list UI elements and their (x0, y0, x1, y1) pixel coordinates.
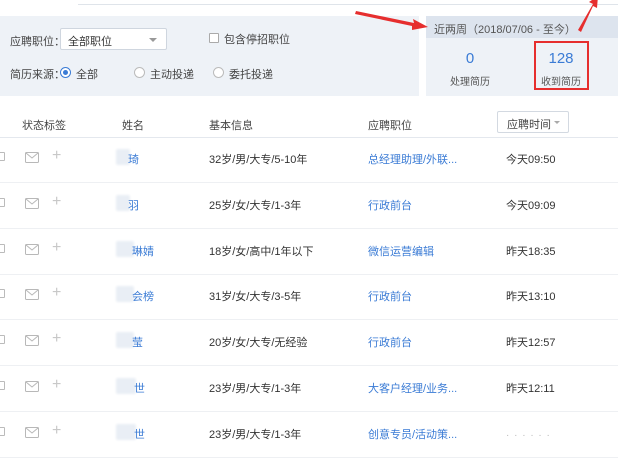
name-redaction (116, 378, 136, 394)
candidate-basic-info: 20岁/女/大专/无经验 (209, 337, 308, 350)
candidate-position[interactable]: 大客户经理/业务... (368, 380, 457, 396)
apply-time: 昨天18:35 (506, 245, 556, 258)
mail-icon[interactable] (25, 426, 39, 441)
header-position: 应聘职位 (368, 120, 412, 132)
row-checkbox[interactable] (0, 152, 5, 161)
candidate-position[interactable]: 微信运营编辑 (368, 243, 434, 259)
table-row[interactable]: + 莹 20岁/女/大专/无经验 行政前台 昨天12:57 (0, 321, 618, 367)
position-filter-label: 应聘职位： (10, 36, 65, 48)
add-tag-icon[interactable]: + (52, 285, 61, 301)
candidate-position[interactable]: 行政前台 (368, 334, 412, 350)
apply-time: 今天09:09 (506, 199, 556, 212)
mail-icon[interactable] (25, 243, 39, 258)
candidate-position[interactable]: 行政前台 (368, 288, 412, 304)
source-radio-active[interactable] (134, 67, 145, 78)
source-radio-all[interactable] (60, 67, 71, 78)
apply-time: 今天09:50 (506, 154, 556, 166)
mail-icon[interactable] (25, 381, 39, 395)
candidate-position[interactable]: 创意专员/活动策... (368, 426, 457, 442)
candidate-basic-info: 31岁/女/大专/3-5年 (209, 291, 302, 304)
received-highlight-box (534, 41, 589, 90)
table-row[interactable]: + 会榜 31岁/女/大专/3-5年 行政前台 昨天13:10 (0, 275, 618, 321)
candidate-name[interactable]: 羽 (128, 197, 139, 213)
filter-panel: 应聘职位： 全部职位 包含停招职位 简历来源： 全部 主动投递 委托投递 (0, 16, 419, 96)
header-status-tag: 状态标签 (22, 120, 66, 132)
resume-list-page: 应聘职位： 全部职位 包含停招职位 简历来源： 全部 主动投递 委托投递 近两周… (0, 0, 618, 462)
row-checkbox[interactable] (0, 426, 5, 436)
table-row[interactable]: + 世 23岁/男/大专/1-3年 大客户经理/业务... 昨天12:11 (0, 367, 618, 412)
source-option-active: 主动投递 (150, 69, 194, 81)
row-checkbox[interactable] (0, 197, 5, 207)
header-name: 姓名 (122, 120, 144, 132)
processed-label: 处理简历 (450, 77, 490, 88)
apply-time: 昨天12:11 (506, 383, 555, 395)
source-radio-entrusted[interactable] (213, 67, 224, 78)
candidate-position[interactable]: 行政前台 (368, 197, 412, 213)
add-tag-icon[interactable]: + (52, 377, 61, 393)
add-tag-icon[interactable]: + (52, 193, 61, 210)
table-row[interactable]: + 羽 25岁/女/大专/1-3年 行政前台 今天09:09 (0, 184, 618, 229)
processed-count[interactable]: 0 (430, 50, 510, 67)
stats-period: 近两周（2018/07/06 - 至今） (426, 16, 618, 38)
sort-by-time-button[interactable]: 应聘时间 (497, 111, 569, 133)
include-closed-checkbox[interactable] (209, 33, 219, 43)
candidate-basic-info: 25岁/女/大专/1-3年 (209, 199, 302, 212)
add-tag-icon[interactable]: + (52, 239, 61, 256)
source-option-entrusted: 委托投递 (229, 69, 273, 81)
row-checkbox[interactable] (0, 243, 5, 253)
candidate-basic-info: 18岁/女/高中/1年以下 (209, 245, 314, 258)
candidate-name[interactable]: 世 (134, 380, 145, 396)
candidate-name[interactable]: 琳婧 (132, 243, 154, 259)
mail-icon[interactable] (25, 289, 39, 303)
include-closed-label: 包含停招职位 (224, 34, 290, 46)
candidate-name[interactable]: 莹 (132, 334, 143, 350)
table-row[interactable]: + 琳婧 18岁/女/高中/1年以下 微信运营编辑 昨天18:35 (0, 230, 618, 275)
candidate-position[interactable]: 总经理助理/外联... (368, 151, 457, 167)
table-row[interactable]: + 琦 32岁/男/大专/5-10年 总经理助理/外联... 今天09:50 (0, 138, 618, 183)
add-tag-icon[interactable]: + (52, 331, 61, 347)
mail-icon[interactable] (25, 152, 39, 166)
candidate-name[interactable]: 琦 (128, 151, 139, 167)
row-checkbox[interactable] (0, 381, 5, 390)
position-select-value: 全部职位 (68, 36, 112, 48)
mail-icon[interactable] (25, 335, 39, 349)
candidate-name[interactable]: 会榜 (132, 288, 154, 304)
mail-icon[interactable] (25, 197, 39, 212)
chevron-down-icon (149, 38, 157, 42)
stats-panel: 近两周（2018/07/06 - 至今） 0 处理简历 128 收到简历 (426, 16, 618, 96)
source-option-all: 全部 (76, 69, 98, 81)
header-basic-info: 基本信息 (209, 120, 253, 132)
row-checkbox[interactable] (0, 335, 5, 345)
row-checkbox[interactable] (0, 289, 5, 299)
candidate-basic-info: 32岁/男/大专/5-10年 (209, 154, 308, 166)
candidate-basic-info: 23岁/男/大专/1-3年 (209, 383, 302, 395)
apply-time: 昨天13:10 (506, 291, 556, 304)
candidate-name[interactable]: 世 (134, 426, 145, 442)
top-tab-strip (0, 0, 618, 6)
apply-time: 昨天12:57 (506, 337, 556, 350)
sort-label: 应聘时间 (507, 119, 551, 131)
watermark: · · · · · · (506, 430, 551, 441)
chevron-down-icon (554, 121, 560, 124)
add-tag-icon[interactable]: + (52, 148, 61, 164)
position-select[interactable]: 全部职位 (60, 28, 167, 50)
add-tag-icon[interactable]: + (52, 422, 61, 439)
candidate-basic-info: 23岁/男/大专/1-3年 (209, 428, 302, 441)
source-filter-label: 简历来源： (10, 69, 65, 81)
name-redaction (116, 423, 136, 440)
